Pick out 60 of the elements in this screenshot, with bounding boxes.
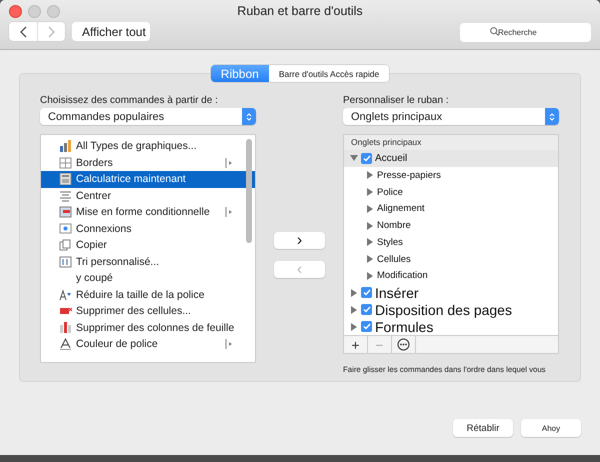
calculator-icon [59, 173, 72, 186]
command-item[interactable]: y coupé [41, 270, 255, 286]
checkbox[interactable] [361, 152, 372, 164]
collapse-arrow-icon[interactable] [350, 154, 358, 162]
ribbon-tab-row[interactable]: Insérer [344, 284, 558, 302]
command-item[interactable]: Supprimer des cellules... [41, 303, 255, 320]
ribbon-group-row[interactable]: Styles [344, 234, 558, 251]
ribbon-tab-row[interactable]: Formules [344, 318, 558, 336]
ribbon-group-row[interactable]: Police [344, 184, 558, 200]
tree-header: Onglets principaux [344, 135, 558, 150]
command-item[interactable]: Borders [41, 154, 255, 171]
center-align-icon [59, 190, 72, 202]
reset-button[interactable]: Rétablir [453, 419, 513, 437]
borders-icon [59, 156, 72, 169]
commands-select[interactable]: Commandes populaires [40, 108, 256, 125]
add-button[interactable]: › [274, 232, 325, 249]
ribbon-tab-row[interactable]: Accueil [344, 150, 558, 167]
ribbon-group-row[interactable]: Alignement [344, 200, 558, 218]
command-item[interactable]: Réduire la taille de la police [41, 286, 255, 303]
checkbox[interactable] [361, 321, 372, 332]
ribbon-label: Personnaliser le ruban : [343, 95, 450, 106]
conditional-format-icon [59, 206, 72, 218]
stepper-icon [242, 108, 256, 125]
add-button[interactable]: + [344, 336, 368, 353]
commands-label: Choisissez des commandes à partir de : [40, 95, 219, 106]
delete-columns-icon [59, 322, 72, 334]
checkbox[interactable] [361, 304, 372, 316]
ribbon-group-row[interactable]: Cellules [344, 250, 558, 268]
connections-icon [59, 222, 72, 235]
more-icon [397, 338, 410, 351]
checkbox[interactable] [361, 287, 372, 298]
search-icon [490, 27, 499, 36]
ribbon-select[interactable]: Onglets principaux [343, 108, 559, 125]
chart-icon [59, 140, 72, 152]
back-chevron-icon [20, 26, 26, 38]
command-item[interactable]: All Types de graphiques... [41, 138, 255, 154]
command-item[interactable]: Mise en forme conditionnelle [41, 204, 255, 220]
window-title: Ruban et barre d'outils [236, 4, 364, 18]
command-item[interactable]: Calculatrice maintenant [41, 171, 255, 188]
forward-chevron-icon [48, 26, 55, 38]
search-field[interactable]: Recherche [460, 23, 591, 42]
scrollbar[interactable] [246, 139, 252, 243]
command-item[interactable]: Tri personnalisé... [41, 254, 255, 270]
ribbon-group-row[interactable]: Nombre [344, 217, 558, 234]
close-button[interactable] [9, 4, 22, 18]
ribbon-group-row[interactable]: Presse-papiers [344, 166, 558, 184]
shrink-font-icon [59, 288, 72, 301]
command-item[interactable]: Copier [41, 237, 255, 254]
command-item[interactable]: Couleur de police [41, 336, 255, 352]
ok-button[interactable]: Ahoy [521, 419, 581, 437]
stepper-icon [545, 108, 559, 125]
font-color-icon [59, 338, 72, 350]
copy-icon [59, 239, 72, 252]
show-all-button[interactable]: Afficher tout [72, 22, 150, 41]
sort-icon [59, 256, 72, 268]
command-item[interactable]: Supprimer des colonnes de feuille [41, 320, 255, 336]
command-item[interactable]: Connexions [41, 220, 255, 237]
ribbon-tab-row[interactable]: Disposition des pages [344, 301, 558, 318]
ribbon-group-row[interactable]: Modification [344, 267, 558, 284]
command-item[interactable]: Centrer [41, 188, 255, 204]
